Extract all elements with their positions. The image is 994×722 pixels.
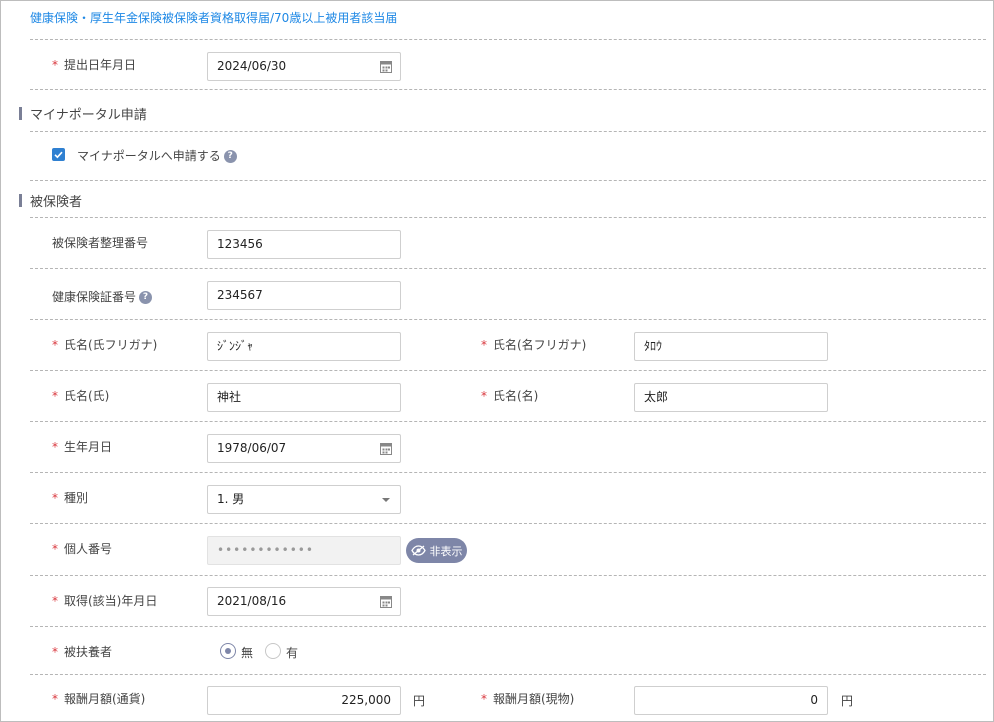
divider bbox=[30, 523, 986, 524]
salary-kind-label: * 報酬月額(現物) bbox=[481, 692, 575, 706]
name-first-input[interactable]: 太郎 bbox=[634, 383, 828, 412]
divider bbox=[30, 421, 986, 422]
calendar-icon[interactable] bbox=[380, 442, 392, 455]
divider bbox=[30, 217, 986, 218]
hide-my-number-button[interactable]: 非表示 bbox=[406, 538, 467, 563]
divider bbox=[30, 39, 986, 40]
divider bbox=[30, 89, 986, 90]
acquire-date-input[interactable]: 2021/08/16 bbox=[207, 587, 401, 616]
divider bbox=[30, 370, 986, 371]
required-mark: * bbox=[481, 389, 487, 403]
kana-last-label: * 氏名(氏フリガナ) bbox=[52, 338, 158, 352]
required-mark: * bbox=[52, 542, 58, 556]
divider bbox=[30, 472, 986, 473]
myna-portal-checkbox[interactable] bbox=[52, 148, 65, 161]
gender-select[interactable]: 1. 男 bbox=[207, 485, 401, 514]
acquire-date-label: * 取得(該当)年月日 bbox=[52, 594, 158, 608]
dependent-yes-label[interactable]: 有 bbox=[286, 644, 298, 661]
help-icon[interactable]: ? bbox=[139, 291, 153, 304]
name-last-label: * 氏名(氏) bbox=[52, 389, 110, 403]
divider bbox=[30, 319, 986, 320]
dependent-no-radio[interactable] bbox=[220, 643, 236, 659]
calendar-icon[interactable] bbox=[380, 60, 392, 73]
birth-date-input[interactable]: 1978/06/07 bbox=[207, 434, 401, 463]
required-mark: * bbox=[52, 645, 58, 659]
divider bbox=[30, 268, 986, 269]
divider bbox=[30, 180, 986, 181]
mgmt-no-label: 被保険者整理番号 bbox=[52, 236, 149, 250]
kana-last-input[interactable]: ｼﾞﾝｼﾞｬ bbox=[207, 332, 401, 361]
salary-cash-input[interactable]: 225,000 bbox=[207, 686, 401, 715]
dependent-label: * 被扶養者 bbox=[52, 645, 113, 659]
submission-date-input[interactable]: 2024/06/30 bbox=[207, 52, 401, 81]
form-frame: 健康保険・厚生年金保険被保険者資格取得届/70歳以上被用者該当届 * 提出日年月日… bbox=[0, 0, 994, 722]
gender-label: * 種別 bbox=[52, 491, 89, 505]
help-icon[interactable]: ? bbox=[223, 150, 237, 163]
calendar-icon[interactable] bbox=[380, 595, 392, 608]
required-mark: * bbox=[481, 692, 487, 706]
divider bbox=[30, 674, 986, 675]
salary-kind-unit: 円 bbox=[841, 694, 854, 708]
section-insured: 被保険者 bbox=[19, 191, 82, 210]
salary-cash-label: * 報酬月額(通貨) bbox=[52, 692, 146, 706]
salary-kind-input[interactable]: 0 bbox=[634, 686, 828, 715]
dependent-no-label[interactable]: 無 bbox=[241, 644, 253, 661]
required-mark: * bbox=[52, 58, 58, 72]
my-number-label: * 個人番号 bbox=[52, 542, 113, 556]
section-myna-portal: マイナポータル申請 bbox=[19, 104, 147, 123]
required-mark: * bbox=[52, 692, 58, 706]
eye-off-icon bbox=[410, 545, 426, 556]
salary-cash-unit: 円 bbox=[413, 694, 426, 708]
chevron-down-icon[interactable] bbox=[382, 498, 390, 502]
required-mark: * bbox=[52, 389, 58, 403]
card-no-label: 健康保険証番号? bbox=[52, 288, 153, 305]
my-number-input[interactable]: •••••••••••• bbox=[207, 536, 401, 565]
card-no-input[interactable]: 234567 bbox=[207, 281, 401, 310]
check-icon bbox=[54, 151, 63, 159]
divider bbox=[30, 575, 986, 576]
birth-date-label: * 生年月日 bbox=[52, 440, 113, 454]
name-last-input[interactable]: 神社 bbox=[207, 383, 401, 412]
myna-portal-checkbox-label[interactable]: マイナポータルへ申請する? bbox=[77, 147, 237, 164]
required-mark: * bbox=[52, 594, 58, 608]
kana-first-input[interactable]: ﾀﾛｳ bbox=[634, 332, 828, 361]
mgmt-no-input[interactable]: 123456 bbox=[207, 230, 401, 259]
required-mark: * bbox=[52, 440, 58, 454]
breadcrumb[interactable]: 健康保険・厚生年金保険被保険者資格取得届/70歳以上被用者該当届 bbox=[30, 9, 397, 26]
divider bbox=[30, 626, 986, 627]
dependent-yes-radio[interactable] bbox=[265, 643, 281, 659]
divider bbox=[30, 131, 986, 132]
name-first-label: * 氏名(名) bbox=[481, 389, 539, 403]
submission-date-label: * 提出日年月日 bbox=[52, 58, 137, 72]
required-mark: * bbox=[52, 338, 58, 352]
required-mark: * bbox=[481, 338, 487, 352]
kana-first-label: * 氏名(名フリガナ) bbox=[481, 338, 587, 352]
required-mark: * bbox=[52, 491, 58, 505]
